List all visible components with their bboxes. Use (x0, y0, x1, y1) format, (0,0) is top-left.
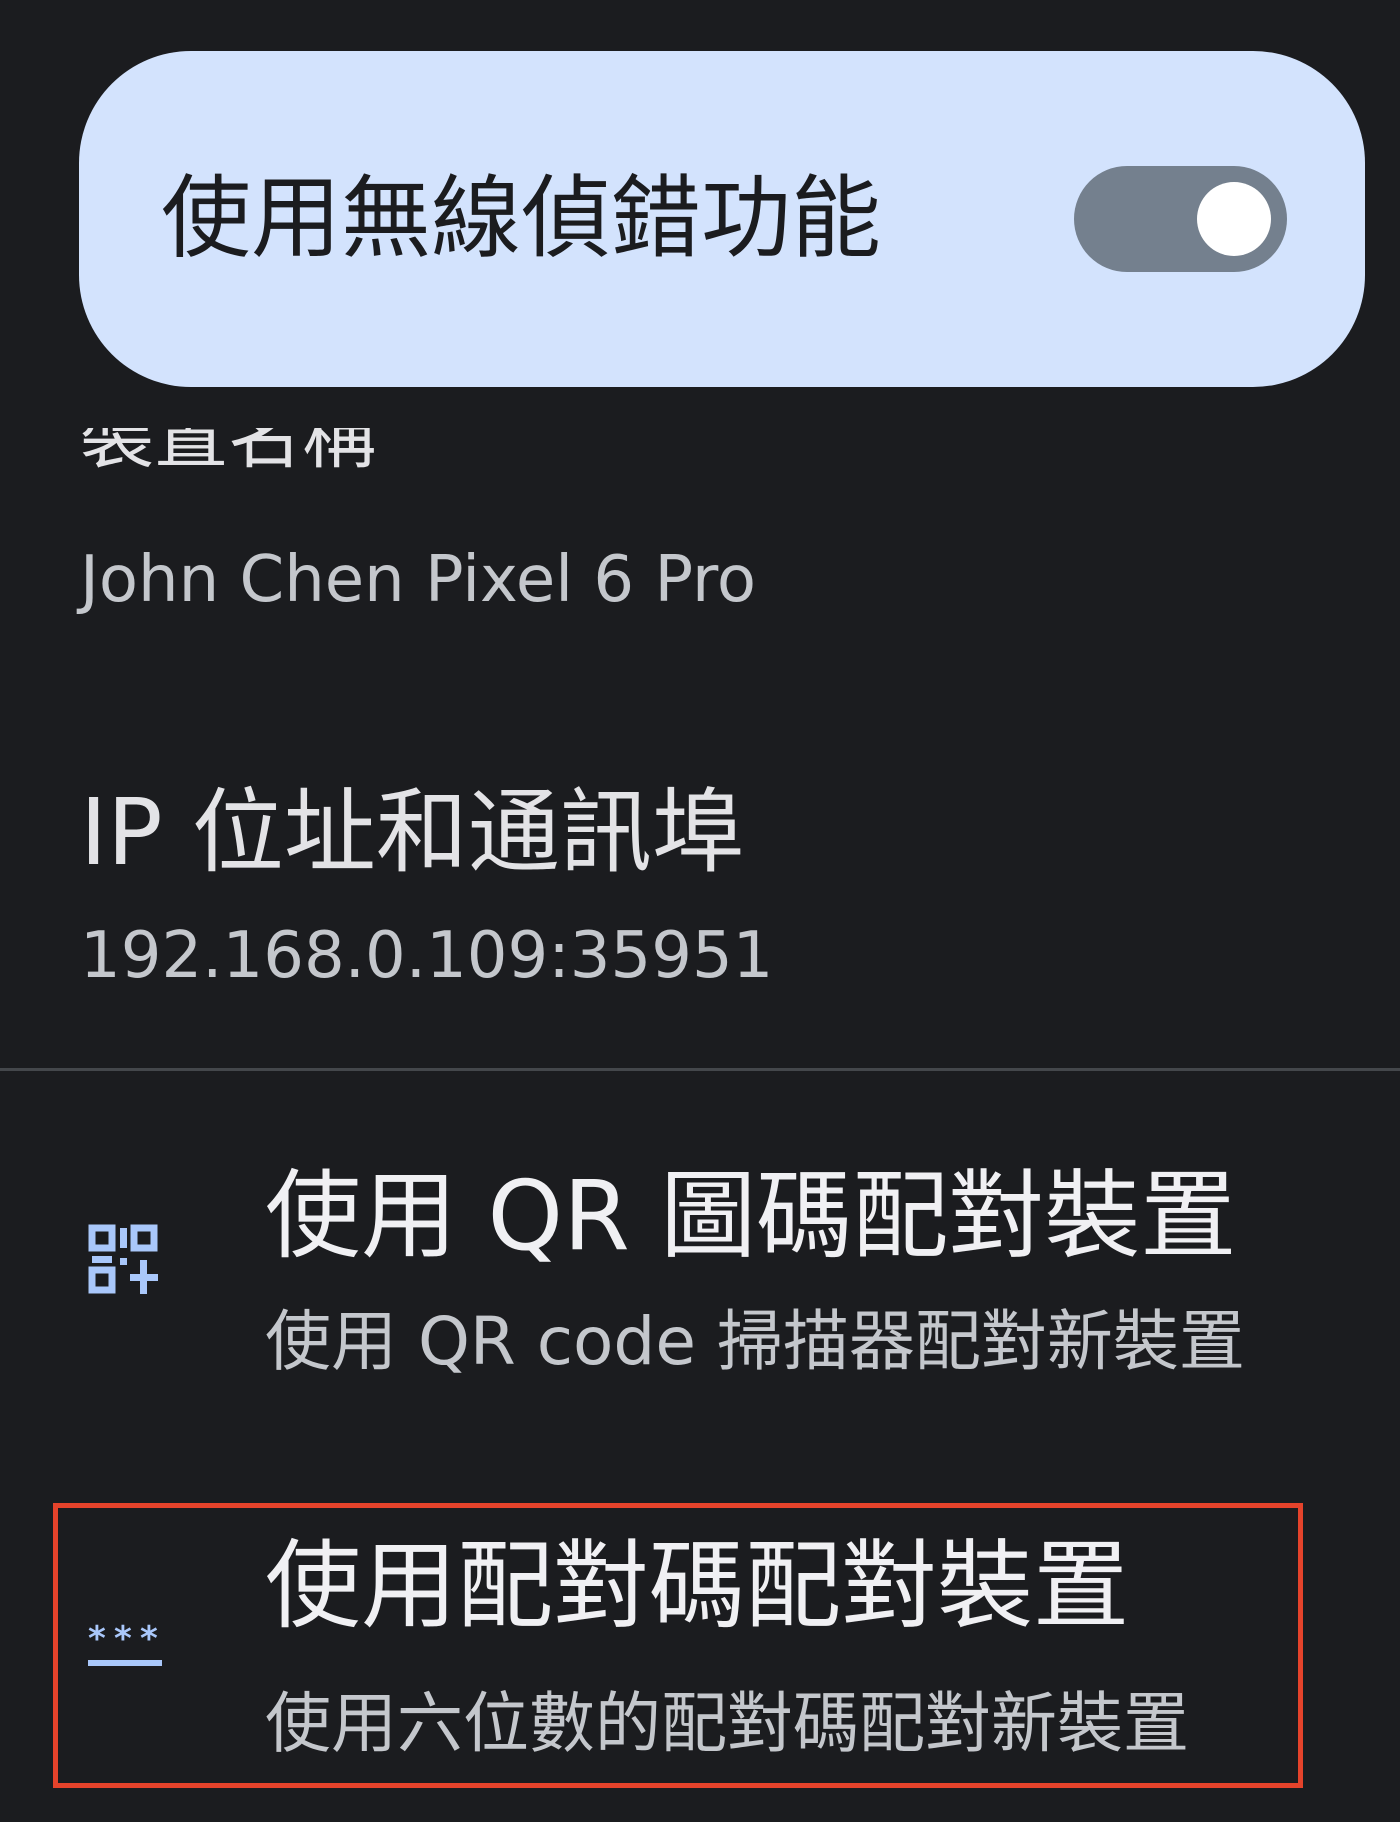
device-name-value: John Chen Pixel 6 Pro (80, 543, 756, 617)
pair-qr-title: 使用 QR 圖碼配對裝置 (265, 1160, 1237, 1272)
highlight-annotation-box (53, 1503, 1303, 1788)
section-divider (0, 1068, 1400, 1071)
device-name-title: 裝置名稱 (80, 428, 376, 504)
wireless-debugging-switch[interactable] (1074, 166, 1287, 272)
wireless-debugging-label: 使用無線偵錯功能 (161, 166, 881, 271)
pair-qr-subtitle: 使用 QR code 掃描器配對新裝置 (265, 1303, 1245, 1380)
switch-thumb (1197, 182, 1271, 256)
device-name-title-text: 裝置名稱 (80, 428, 376, 479)
wireless-debugging-toggle-card[interactable]: 使用無線偵錯功能 (79, 51, 1365, 387)
ip-port-value: 192.168.0.109:35951 (80, 919, 774, 993)
pair-with-qr-code-item[interactable]: 使用 QR 圖碼配對裝置 使用 QR code 掃描器配對新裝置 (0, 1140, 1400, 1400)
ip-port-title: IP 位址和通訊埠 (80, 779, 744, 886)
qr-code-scanner-icon (88, 1224, 160, 1300)
